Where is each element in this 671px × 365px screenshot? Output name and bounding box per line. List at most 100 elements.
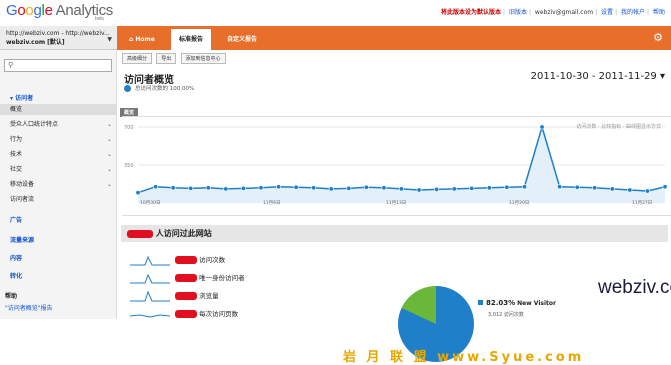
data-point[interactable]	[469, 185, 475, 191]
graph-options[interactable]: 访问次数 · 比较指标 · 曲线图显示方式	[576, 123, 661, 130]
data-point[interactable]	[662, 184, 668, 190]
sidebar-item-demographics[interactable]: 受众人口统计特点 ⌄	[0, 119, 117, 130]
chevron-down-icon: ⌄	[106, 166, 112, 173]
chevron-down-icon: ⌄	[106, 136, 112, 143]
my-account-link[interactable]: 我的帐户	[621, 9, 645, 16]
pie-legend: 82.03% New Visitor	[478, 299, 556, 307]
watermark-cn: 岩 月 联 盟 www.Syue.com	[343, 350, 585, 365]
data-point[interactable]	[451, 186, 457, 192]
y-tick-label: 700	[124, 125, 134, 131]
top-links: 将此版本设为默认版本 | 旧版本 | webziv@gmail.com | 设置 | 我…	[440, 9, 665, 16]
watermark-site: webziv.com	[598, 277, 671, 298]
data-point[interactable]	[574, 184, 580, 190]
data-point[interactable]	[135, 190, 141, 196]
data-point[interactable]	[434, 186, 440, 192]
main-content: 高级细分 导出 添加到信息中心 访问者概览 总访问次数的 100.00% 201…	[118, 50, 671, 365]
data-point[interactable]	[416, 187, 422, 193]
data-point[interactable]	[293, 184, 299, 190]
settings-link[interactable]: 设置	[601, 9, 613, 16]
sidebar-item-mobile[interactable]: 移动设备 ⌄	[0, 179, 117, 190]
old-version-link[interactable]: 旧版本	[509, 9, 527, 16]
account-selector[interactable]: http://webziv.com - http://webziv... web…	[0, 26, 117, 50]
data-point[interactable]	[609, 186, 615, 192]
series-line	[137, 124, 666, 194]
data-point[interactable]	[170, 185, 176, 191]
data-point[interactable]	[346, 185, 352, 191]
data-point[interactable]	[311, 185, 317, 191]
data-point[interactable]	[644, 188, 650, 194]
sidebar-section-content[interactable]: 内容	[10, 253, 22, 262]
segment-info: 总访问次数的 100.00%	[124, 84, 194, 92]
chevron-down-icon: ▼	[107, 36, 112, 43]
segment-dot	[124, 85, 131, 92]
tab-standard-reports[interactable]: 标准报告	[171, 29, 212, 50]
x-tick-label: 11月6日	[263, 200, 281, 206]
sidebar-item-technology[interactable]: 技术 ⌄	[0, 149, 117, 160]
help-report-link[interactable]: "访问者概览"报告	[5, 303, 53, 312]
sidebar-section-conversions[interactable]: 转化	[10, 271, 22, 280]
pie-legend-sub: 3,012 访问次数	[488, 312, 524, 318]
help-link[interactable]: 帮助	[653, 9, 665, 16]
visits-chart: 700 350 10月30日 11月6日 11月13日 11月20日 11月27日	[122, 116, 671, 216]
data-point[interactable]	[521, 184, 527, 190]
y-tick-label: 350	[124, 163, 134, 169]
sidebar-item-overview[interactable]: 概览	[0, 104, 117, 115]
summary-header: 人访问过此网站	[121, 225, 668, 242]
tab-home[interactable]: ⌂ Home	[121, 29, 163, 50]
data-point[interactable]	[328, 186, 334, 192]
top-bar: Google Analytics beta 将此版本设为默认版本 | 旧版本 | w…	[0, 0, 671, 26]
user-email: webziv@gmail.com	[534, 9, 594, 16]
chevron-down-icon: ⌄	[106, 181, 112, 188]
sidebar-section-ads[interactable]: 广告	[10, 215, 22, 224]
metric-pageviews[interactable]: 浏览量	[130, 289, 430, 303]
x-tick-label: 10月30日	[140, 200, 160, 206]
data-point[interactable]	[398, 186, 404, 192]
data-point[interactable]	[276, 184, 282, 190]
x-tick-label: 11月27日	[632, 200, 652, 206]
advanced-segments-button[interactable]: 高级细分	[122, 53, 153, 64]
sidebar-item-behavior[interactable]: 行为 ⌄	[0, 134, 117, 145]
main-nav: ⌂ Home 标准报告 自定义报告 ⚙	[117, 26, 671, 50]
sidebar-section-traffic[interactable]: 流量来源	[10, 235, 34, 244]
sidebar-item-social[interactable]: 社交 ⌄	[0, 164, 117, 175]
metric-unique-visitors[interactable]: 唯一身份访问者	[130, 271, 430, 285]
visits-chart-svg: 700 350 10月30日 11月6日 11月13日 11月20日 11月27日	[124, 124, 668, 206]
chevron-down-icon: ⌄	[106, 151, 112, 158]
set-default-link[interactable]: 将此版本设为默认版本	[441, 9, 501, 16]
data-point[interactable]	[504, 184, 510, 190]
x-tick-label: 11月20日	[509, 200, 529, 206]
google-analytics-logo[interactable]: Google Analytics beta	[6, 2, 113, 22]
data-point[interactable]	[258, 185, 264, 191]
data-point[interactable]	[205, 185, 211, 191]
data-point[interactable]	[592, 185, 598, 191]
data-point[interactable]	[486, 185, 492, 191]
data-point[interactable]	[223, 186, 229, 192]
data-point[interactable]	[153, 184, 159, 190]
search-icon: ⚲	[8, 61, 14, 69]
tab-custom-reports[interactable]: 自定义报告	[219, 29, 265, 50]
data-point[interactable]	[188, 185, 194, 191]
data-point[interactable]	[557, 184, 563, 190]
sidebar-group-visitors[interactable]: ▾ 访问者	[0, 93, 117, 104]
search-input[interactable]: ⚲	[4, 59, 112, 72]
account-profile: webziv.com [默认]	[6, 39, 65, 46]
data-point[interactable]	[539, 124, 545, 130]
sidebar-item-visitors-flow[interactable]: 访问者流	[0, 194, 117, 205]
x-tick-label: 11月13日	[386, 200, 406, 206]
metric-visits[interactable]: 访问次数	[130, 253, 430, 267]
add-to-dashboard-button[interactable]: 添加到信息中心	[180, 53, 226, 64]
data-point[interactable]	[363, 184, 369, 190]
sidebar: ⚲ ▾ 访问者 概览 受众人口统计特点 ⌄ 行为 ⌄ 技术 ⌄ 社交 ⌄ 移动设备 ⌄ 访…	[0, 50, 117, 319]
export-button[interactable]: 导出	[156, 53, 177, 64]
date-range-picker[interactable]: 2011-10-30 - 2011-11-29 ▾	[531, 71, 665, 82]
chevron-down-icon: ⌄	[106, 121, 112, 128]
report-toolbar: 高级细分 导出 添加到信息中心	[122, 53, 228, 64]
data-point[interactable]	[240, 185, 246, 191]
beta-label: beta	[95, 16, 104, 22]
gear-icon[interactable]: ⚙	[653, 31, 663, 44]
data-point[interactable]	[381, 185, 387, 191]
redacted-count	[127, 229, 153, 238]
account-url: http://webziv.com - http://webziv...	[6, 30, 110, 37]
help-title: 帮助	[5, 293, 18, 300]
data-point[interactable]	[627, 187, 633, 193]
